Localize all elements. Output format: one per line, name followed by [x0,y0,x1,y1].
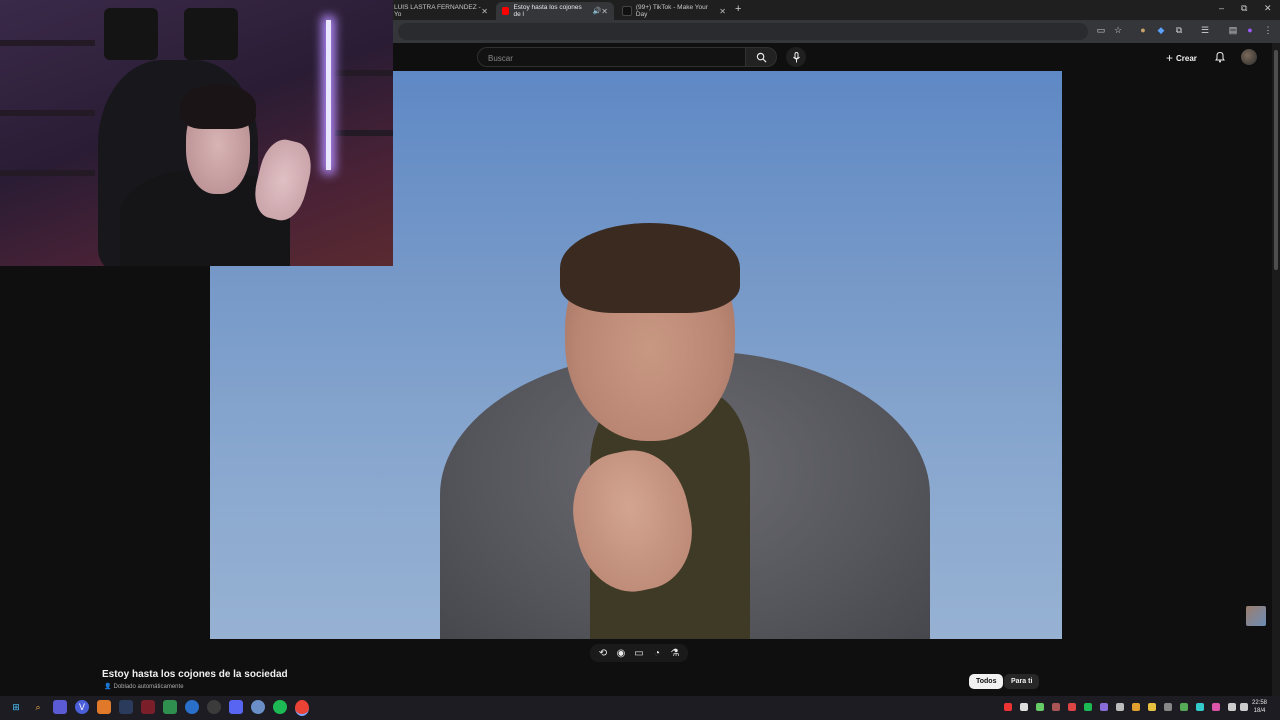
tray-icon[interactable] [1148,703,1156,711]
sidebar-icon[interactable]: ▤ [1228,25,1238,35]
new-tab-button[interactable]: + [735,3,741,15]
app-icon[interactable] [163,700,177,714]
broadcast-icon[interactable]: ◉ [614,646,628,660]
chip-todos[interactable]: Todos [969,674,1004,689]
speed-icon[interactable]: ◔ [650,646,664,660]
speaker-icon[interactable]: 🔊 [593,7,602,15]
microphone-icon [792,51,800,62]
reading-list-icon[interactable]: ☰ [1200,25,1210,35]
miniplayer-icon[interactable]: ▭ [632,646,646,660]
restore-button[interactable]: ⧉ [1241,3,1247,14]
shelf [335,70,393,76]
person-voice-icon: 👤 [104,684,112,690]
close-icon[interactable]: ✕ [481,7,488,16]
app-icon[interactable]: V [75,700,89,714]
player-actions: ⟲ ◉ ▭ ◔ ⚗ [590,644,688,662]
profile-icon[interactable]: ● [1245,25,1255,35]
app-icon[interactable] [251,700,265,714]
shelf [0,110,95,116]
extension-icon[interactable]: ◆ [1156,25,1166,35]
tiktok-icon [622,6,632,16]
spotify-icon[interactable] [273,700,287,714]
wall-shirt [184,8,238,60]
account-avatar[interactable] [1241,49,1257,65]
channel-thumbnail[interactable] [1246,606,1266,626]
search-button[interactable] [745,47,777,67]
shelf [0,40,95,46]
tray-icon[interactable] [1164,703,1172,711]
dubbing-badge: 👤 Doblado automáticamente [104,683,184,691]
search-box [477,47,745,67]
clock-date: 18/4 [1253,708,1266,714]
menu-kebab-icon[interactable]: ⋮ [1263,25,1273,35]
app-icon[interactable] [141,700,155,714]
start-icon[interactable]: ⊞ [9,700,23,714]
network-icon[interactable] [1228,703,1236,711]
install-icon[interactable]: ▭ [1096,25,1106,35]
flask-icon[interactable]: ⚗ [668,646,682,660]
extension-icon[interactable]: ● [1138,25,1148,35]
app-icon[interactable] [97,700,111,714]
close-icon[interactable]: ✕ [601,7,608,16]
tab-label: Estoy hasta los cojones de l [513,4,582,18]
tab-tiktok[interactable]: (99+) TikTok - Make Your Day ✕ [616,2,732,20]
search-icon [756,52,766,62]
chrome-icon[interactable] [295,700,309,716]
streamer-webcam-overlay [0,0,393,266]
create-label: Crear [1176,53,1197,63]
address-bar[interactable] [398,23,1088,40]
tray-icon[interactable] [1036,703,1044,711]
puzzle-icon[interactable]: ⧉ [1174,25,1184,35]
tray-icon[interactable] [1084,703,1092,711]
video-frame-hair [560,223,740,313]
discord-icon[interactable] [229,700,243,714]
tab-label: (99+) TikTok - Make Your Day [635,4,708,18]
windows-taskbar: ⊞ ⌕ V 22:58 18/4 [0,696,1280,720]
create-button[interactable]: + Crear [1166,51,1197,65]
dubbing-label: Doblado automáticamente [113,683,184,690]
streamer-hair [180,84,256,129]
app-icon[interactable] [185,700,199,714]
youtube-icon [502,7,510,15]
scrollbar-thumb[interactable] [1274,50,1278,270]
obs-icon[interactable] [207,700,221,714]
tray-icon[interactable] [1004,703,1012,711]
shelf [335,130,393,136]
close-window-button[interactable]: ✕ [1264,3,1272,14]
search-icon[interactable]: ⌕ [31,700,45,714]
voice-search-button[interactable] [786,47,806,67]
steam-icon[interactable] [119,700,133,714]
tray-icon[interactable] [1020,703,1028,711]
minimize-button[interactable]: – [1219,3,1224,13]
tab-estoy-hasta[interactable]: Estoy hasta los cojones de l 🔊 ✕ [496,2,614,20]
tray-icon[interactable] [1212,703,1220,711]
notifications-bell-icon[interactable] [1214,50,1226,64]
tray-icon[interactable] [1132,703,1140,711]
streamer-hand [249,135,317,225]
video-title: Estoy hasta los cojones de la sociedad [102,669,288,680]
close-icon[interactable]: ✕ [719,7,726,16]
tray-icon[interactable] [1052,703,1060,711]
tray-icon[interactable] [1116,703,1124,711]
bookmark-star-icon[interactable]: ☆ [1113,25,1123,35]
tray-icon[interactable] [1180,703,1188,711]
app-icon[interactable] [53,700,67,714]
shelf [0,170,95,176]
wall-shirt [104,8,158,60]
loop-icon[interactable]: ⟲ [596,646,610,660]
tab-luis-lastra[interactable]: LUIS LASTRA FERNANDEZ - Yo ✕ [388,2,494,20]
volume-icon[interactable] [1240,703,1248,711]
system-clock[interactable]: 22:58 18/4 [1252,699,1267,715]
plus-icon: + [1166,51,1174,65]
tray-icon[interactable] [1100,703,1108,711]
tray-icon[interactable] [1068,703,1076,711]
tab-label: LUIS LASTRA FERNANDEZ - Yo [394,4,481,18]
search-input[interactable] [486,53,740,64]
chip-para-ti[interactable]: Para ti [1004,674,1040,689]
neon-light [326,20,331,170]
clock-time: 22:58 [1252,700,1268,706]
tray-icon[interactable] [1196,703,1204,711]
